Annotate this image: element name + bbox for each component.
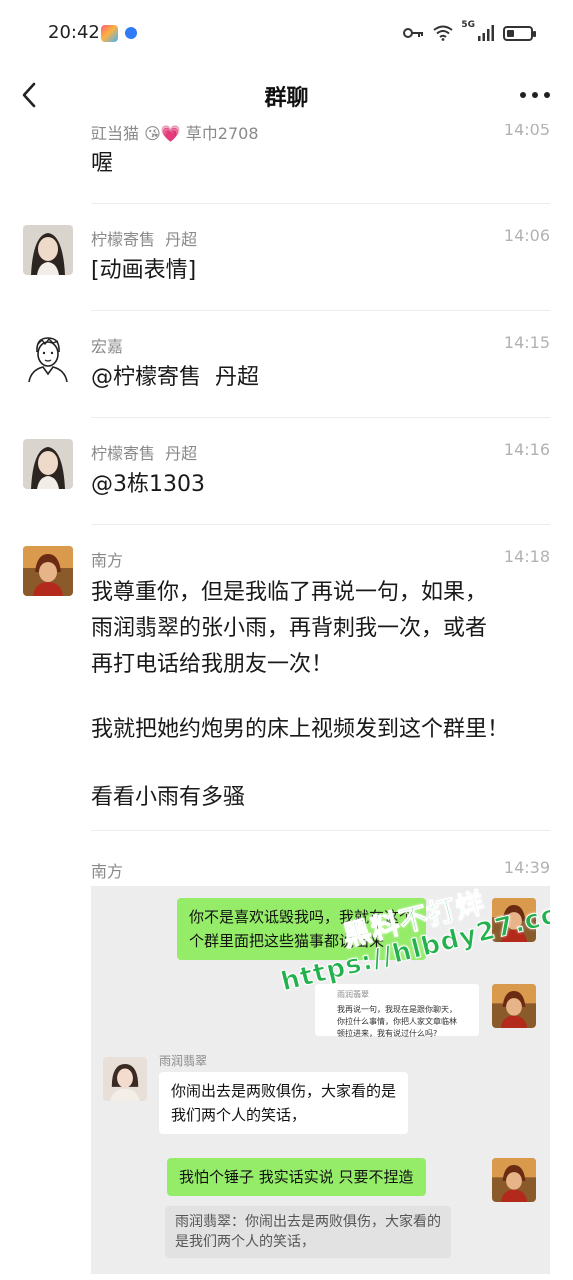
sender-name: 柠檬寄售 丹超: [91, 444, 198, 463]
avatar[interactable]: [23, 332, 73, 382]
app-notification-icon: [101, 25, 118, 42]
key-icon: [403, 28, 424, 38]
message-text: [动画表情]: [91, 258, 197, 283]
status-time: 20:42: [48, 22, 100, 43]
message-text: @3栋1303: [91, 472, 205, 497]
battery-icon: [503, 25, 536, 41]
avatar: [492, 984, 536, 1028]
nav-bar: 群聊: [0, 66, 573, 124]
message-text-line: 看看小雨有多骚: [91, 785, 246, 810]
message-time: 14:16: [503, 440, 550, 459]
forward-sender: 雨润翡翠: [337, 990, 369, 999]
message-time: 14:18: [503, 547, 550, 566]
wifi-icon: [433, 25, 453, 41]
avatar: [492, 1158, 536, 1202]
message-text: @柠檬寄售 丹超: [91, 365, 259, 390]
divider: [91, 830, 550, 831]
message-text-line: 再打电话给我朋友一次！: [91, 652, 334, 677]
sender-name: 柠檬寄售 丹超: [91, 230, 198, 249]
sender-name: 雨润翡翠: [159, 1054, 208, 1068]
forward-text: 我再说一句，我现在是跟你聊天， 你拉什么事情，你把人家文章临林 顿拉进来，我有说…: [337, 1005, 457, 1038]
message-text: 喔: [91, 151, 114, 176]
more-options-icon[interactable]: [517, 80, 553, 110]
screenshot-image[interactable]: 你不是喜欢诋毁我吗，我就在这个 个群里面把这些猫事都说出来 雨润翡翠 我再说一句…: [91, 886, 550, 1274]
message-time: 14:39: [503, 858, 550, 877]
message-text-line: 雨润翡翠的张小雨，再背刺我一次，或者: [91, 616, 488, 641]
signal-icon: [478, 25, 494, 41]
sender-name: 宏嘉: [91, 337, 124, 356]
forwarded-screenshot: 雨润翡翠 我再说一句，我现在是跟你聊天， 你拉什么事情，你把人家文章临林 顿拉进…: [315, 984, 479, 1038]
signal-label: 5G: [461, 20, 475, 30]
message-time: 14:06: [503, 226, 550, 245]
chat-bubble-sent: 我怕个锤子 我实话实说 只要不捏造: [167, 1158, 426, 1196]
app-notification-dot-icon: [125, 27, 137, 39]
quoted-message: 雨润翡翠：你闹出去是两败俱伤，大家看的 是我们两个人的笑话，: [165, 1206, 451, 1258]
status-icons: 5G: [403, 20, 536, 46]
sender-name: 南方: [91, 862, 124, 881]
page-title: 群聊: [264, 86, 309, 111]
status-bar: 20:42 5G: [0, 0, 573, 66]
message-text-line: 我就把她约炮男的床上视频发到这个群里！: [91, 717, 510, 742]
divider: [91, 417, 550, 418]
divider: [91, 203, 550, 204]
sender-name: 南方: [91, 551, 124, 570]
avatar: [103, 1057, 147, 1101]
message-time: 14:15: [503, 333, 550, 352]
avatar[interactable]: [23, 546, 73, 596]
chat-bubble-received: 你闹出去是两败俱伤，大家看的是 我们两个人的笑话，: [159, 1072, 409, 1134]
divider: [91, 524, 550, 525]
avatar[interactable]: [23, 439, 73, 489]
divider: [91, 310, 550, 311]
avatar[interactable]: [23, 225, 73, 275]
message-text-line: 我尊重你，但是我临了再说一句，如果，: [91, 580, 488, 605]
